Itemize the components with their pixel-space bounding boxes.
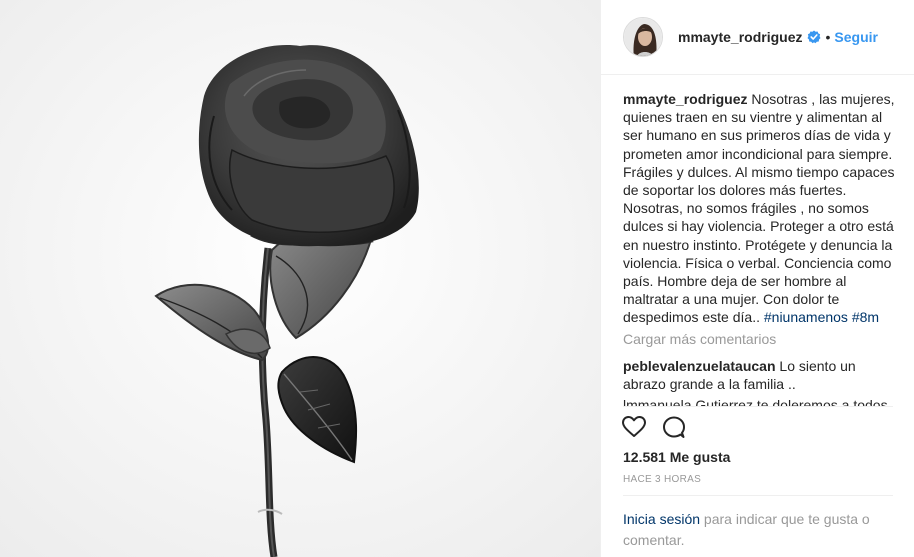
post-timestamp[interactable]: HACE 3 HORAS bbox=[623, 474, 701, 485]
comment-icon[interactable] bbox=[661, 414, 687, 440]
rose-image bbox=[0, 0, 600, 557]
heart-icon[interactable] bbox=[621, 414, 647, 440]
hashtag-8m[interactable]: #8m bbox=[852, 309, 879, 325]
post-photo bbox=[0, 0, 600, 557]
follow-button[interactable]: Seguir bbox=[834, 29, 878, 45]
likes-count[interactable]: 12.581 Me gusta bbox=[623, 449, 730, 465]
caption-username[interactable]: mmayte_rodriguez bbox=[623, 91, 747, 107]
hashtag-niunamenos[interactable]: #niunamenos bbox=[764, 309, 848, 325]
header-username[interactable]: mmayte_rodriguez bbox=[678, 29, 802, 45]
separator-dot: • bbox=[825, 29, 831, 45]
divider bbox=[623, 495, 893, 496]
load-more-comments-button[interactable]: Cargar más comentarios bbox=[623, 331, 776, 347]
avatar[interactable] bbox=[623, 17, 663, 57]
post-actions bbox=[621, 414, 687, 440]
caption-text: Nosotras , las mujeres, quienes traen en… bbox=[623, 91, 895, 326]
post-caption: mmayte_rodriguez Nosotras , las mujeres,… bbox=[623, 90, 898, 327]
verified-badge-icon bbox=[807, 30, 821, 44]
login-link[interactable]: Inicia sesión bbox=[623, 511, 700, 527]
clipped-comment: lmmanuela Gutierrez te doleremos a todos bbox=[623, 397, 888, 406]
comment-item: peblevalenzuelataucan Lo siento un abraz… bbox=[623, 357, 895, 393]
post-header: mmayte_rodriguez • Seguir bbox=[601, 0, 914, 75]
post-sidebar: mmayte_rodriguez • Seguir mmayte_rodrigu… bbox=[600, 0, 914, 557]
login-prompt: Inicia sesión para indicar que te gusta … bbox=[623, 509, 888, 551]
comment-username[interactable]: peblevalenzuelataucan bbox=[623, 358, 776, 374]
avatar-image bbox=[624, 18, 662, 56]
divider bbox=[623, 406, 893, 407]
